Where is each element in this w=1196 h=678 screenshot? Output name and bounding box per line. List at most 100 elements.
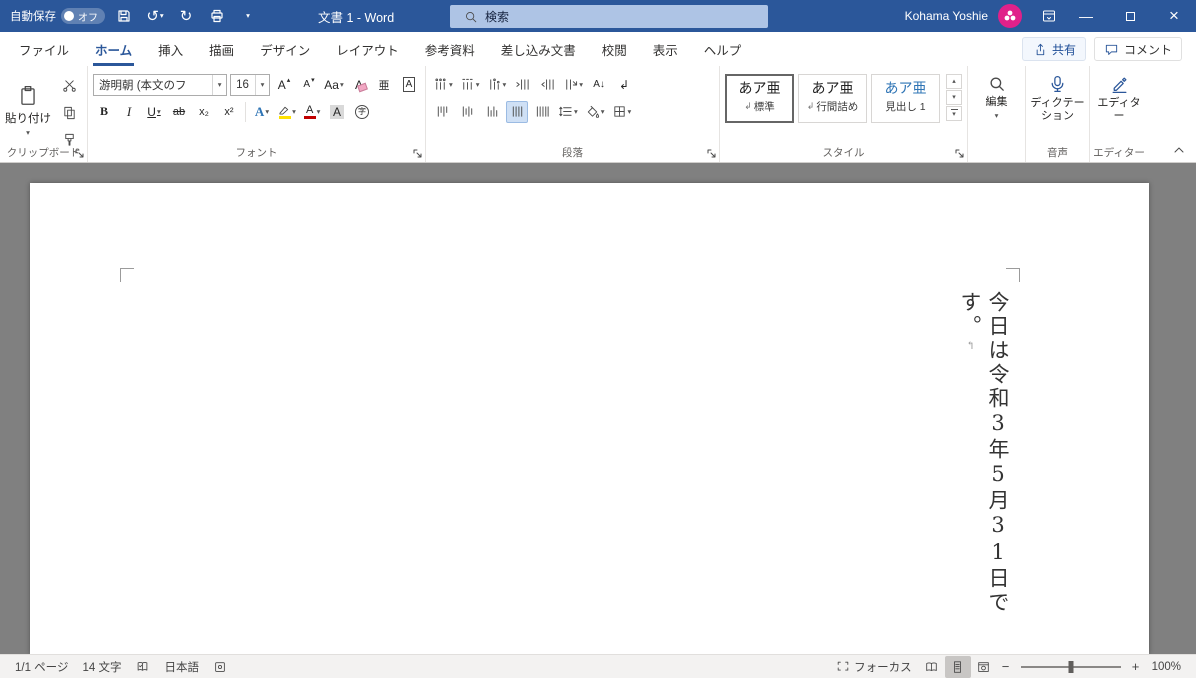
zoom-slider[interactable] (1020, 660, 1121, 673)
tab-home[interactable]: ホーム (82, 32, 145, 66)
close-button[interactable]: × (1152, 0, 1196, 32)
macro-record-button[interactable] (206, 655, 234, 678)
minimize-button[interactable]: — (1064, 0, 1108, 32)
italic-button[interactable]: I (118, 101, 140, 123)
language-indicator[interactable]: 日本語 (157, 655, 206, 678)
style-preview: あア亜 (884, 82, 927, 97)
tab-layout[interactable]: レイアウト (323, 32, 412, 66)
font-dialog-launcher[interactable] (412, 148, 423, 159)
distribute-button[interactable] (531, 101, 553, 123)
macro-record-icon (215, 661, 225, 672)
style-normal[interactable]: あア亜 ↲ 標準 (725, 74, 795, 123)
change-case-button[interactable]: Aa ▾ (323, 74, 345, 96)
autosave-switch[interactable]: オフ (61, 8, 105, 24)
document-page[interactable]: 今日は令和3年5月31日です。↰ (30, 183, 1149, 654)
align-center-button[interactable] (456, 101, 478, 123)
tab-references[interactable]: 参考資料 (412, 32, 488, 66)
zoom-slider-thumb[interactable] (1068, 660, 1074, 673)
editing-menu-button[interactable]: 編集 ▾ (971, 71, 1022, 120)
borders-button[interactable]: ▾ (610, 101, 634, 123)
font-name-combo[interactable]: 游明朝 (本文のフ ▾ (93, 73, 228, 96)
chevron-down-icon: ▾ (579, 79, 584, 89)
collapse-ribbon-button[interactable] (1170, 143, 1188, 157)
enclose-characters-icon: A (402, 77, 416, 92)
shading-button[interactable]: ▾ (583, 101, 607, 123)
circle-character-button[interactable]: 字 (351, 101, 373, 123)
styles-more-button[interactable]: ▾ (946, 106, 962, 121)
maximize-button[interactable] (1108, 0, 1152, 32)
zoom-in-button[interactable]: + (1127, 656, 1145, 678)
save-button[interactable] (112, 3, 136, 29)
align-bottom-button[interactable] (481, 101, 503, 123)
focus-mode-button[interactable]: フォーカス (829, 655, 919, 678)
align-top-button[interactable] (431, 101, 453, 123)
grow-font-button[interactable]: A ▴ (273, 74, 295, 96)
search-box[interactable]: 検索 (450, 5, 768, 28)
quick-print-button[interactable] (205, 3, 229, 29)
avatar[interactable] (998, 4, 1022, 28)
web-layout-button[interactable] (971, 656, 997, 678)
zoom-level[interactable]: 100% (1145, 655, 1188, 678)
page-indicator[interactable]: 1/1 ページ (8, 655, 75, 678)
sort-button[interactable]: A↓ (588, 74, 610, 96)
clipboard-dialog-launcher[interactable] (74, 148, 85, 159)
style-no-spacing[interactable]: あア亜 ↲ 行間詰め (798, 74, 868, 123)
proofing-book-icon (138, 661, 148, 671)
read-mode-button[interactable] (919, 656, 945, 678)
ribbon-display-options-button[interactable] (1034, 0, 1064, 32)
strikethrough-button[interactable]: ab (168, 101, 190, 123)
superscript-button[interactable]: x² (218, 101, 240, 123)
tab-view[interactable]: 表示 (640, 32, 691, 66)
text-effects-button[interactable]: A ▾ (251, 101, 273, 123)
highlight-color-button[interactable]: ▾ (276, 101, 298, 123)
font-color-button[interactable]: A ▾ (301, 101, 323, 123)
document-text[interactable]: 今日は令和3年5月31日です。↰ (956, 291, 1011, 654)
tab-draw[interactable]: 描画 (196, 32, 247, 66)
tab-mailings[interactable]: 差し込み文書 (488, 32, 589, 66)
tab-design[interactable]: デザイン (247, 32, 323, 66)
styles-scroll-down-button[interactable]: ▾ (946, 90, 962, 105)
tab-review[interactable]: 校閲 (589, 32, 640, 66)
word-count[interactable]: 14 文字 (75, 655, 128, 678)
character-shading-button[interactable]: A (326, 101, 348, 123)
clear-formatting-button[interactable]: A (348, 74, 370, 96)
underline-button[interactable]: U ▾ (143, 101, 165, 123)
proofing-status[interactable] (128, 655, 157, 678)
paragraph-dialog-launcher[interactable] (706, 148, 717, 159)
styles-dialog-launcher[interactable] (954, 148, 965, 159)
enclose-characters-button[interactable]: A (398, 74, 420, 96)
subscript-button[interactable]: x₂ (193, 101, 215, 123)
paste-button[interactable]: 貼り付け ▾ (3, 71, 53, 150)
tab-insert[interactable]: 挿入 (145, 32, 196, 66)
customize-quick-access-button[interactable]: ▾ (236, 3, 260, 29)
line-spacing-button[interactable]: ▾ (556, 101, 580, 123)
justify-button[interactable] (506, 100, 528, 123)
show-formatting-marks-button[interactable]: ↲ (613, 74, 635, 96)
font-group: 游明朝 (本文のフ ▾ 16 ▾ A ▴ A ▾ Aa ▾ A 亜 A B I U ▾ … (88, 66, 426, 162)
print-layout-button[interactable] (944, 655, 971, 678)
cut-button[interactable] (58, 74, 80, 96)
share-button[interactable]: 共有 (1021, 37, 1086, 61)
autosave-toggle[interactable]: 自動保存 オフ (10, 8, 105, 24)
decrease-indent-button[interactable] (511, 74, 533, 96)
shrink-font-button[interactable]: A ▾ (298, 74, 320, 96)
undo-button[interactable]: ↺ ▾ (143, 3, 167, 29)
copy-button[interactable] (58, 101, 80, 123)
dictate-button[interactable]: ディクテーション (1029, 71, 1086, 123)
bold-button[interactable]: B (93, 101, 115, 123)
comments-button[interactable]: コメント (1093, 37, 1182, 61)
bullets-button[interactable]: ▾ (431, 74, 455, 96)
editor-button[interactable]: エディター (1093, 71, 1145, 123)
numbering-button[interactable]: ▾ (458, 74, 482, 96)
styles-scroll-up-button[interactable]: ▴ (946, 74, 962, 89)
asian-layout-button[interactable]: ▾ (561, 74, 585, 96)
style-heading-1[interactable]: あア亜 見出し 1 (871, 74, 940, 123)
font-size-combo[interactable]: 16 ▾ (230, 73, 270, 96)
tab-file[interactable]: ファイル (6, 32, 82, 66)
redo-button[interactable]: ↻ (174, 3, 198, 29)
multilevel-list-button[interactable]: ▾ (485, 74, 509, 96)
ruby-button[interactable]: 亜 (373, 74, 395, 96)
increase-indent-button[interactable] (536, 74, 558, 96)
tab-help[interactable]: ヘルプ (691, 32, 755, 66)
zoom-out-button[interactable]: − (997, 656, 1015, 678)
